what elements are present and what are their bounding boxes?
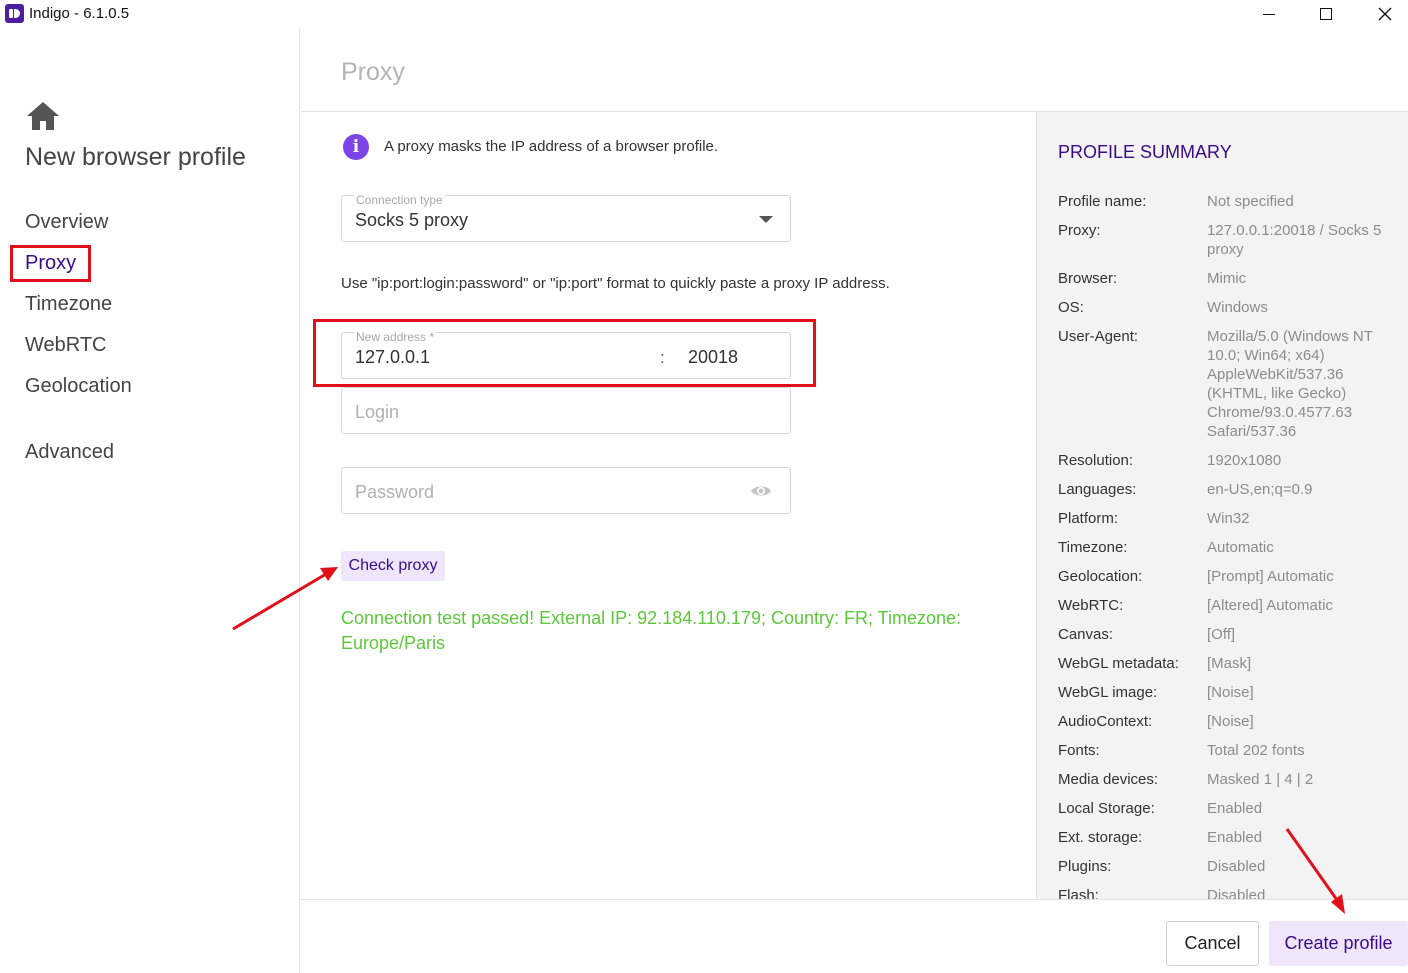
summary-key: Languages:: [1058, 481, 1137, 498]
summary-value: [Noise]: [1207, 713, 1254, 730]
summary-value: [Prompt] Automatic: [1207, 568, 1334, 585]
page-header: Proxy: [301, 28, 1408, 112]
close-button[interactable]: [1356, 0, 1408, 28]
summary-key: WebGL metadata:: [1058, 655, 1179, 672]
summary-value: [Noise]: [1207, 684, 1254, 701]
connection-test-result: Connection test passed! External IP: 92.…: [341, 608, 962, 653]
close-icon: [1378, 7, 1392, 21]
title-bar: Indigo - 6.1.0.5: [0, 0, 1408, 28]
sidebar-item-geolocation[interactable]: Geolocation: [25, 375, 132, 398]
cancel-button[interactable]: Cancel: [1166, 921, 1259, 966]
summary-value: en-US,en;q=0.9: [1207, 481, 1313, 498]
summary-value: 1920x1080: [1207, 452, 1282, 469]
sidebar-item-webrtc[interactable]: WebRTC: [25, 334, 107, 357]
login-input[interactable]: Login: [341, 387, 791, 434]
summary-key: Local Storage:: [1058, 800, 1155, 817]
summary-key: Geolocation:: [1058, 568, 1143, 585]
minimize-button[interactable]: [1240, 0, 1298, 28]
summary-key: Plugins:: [1058, 858, 1112, 875]
login-placeholder: Login: [355, 402, 400, 422]
connection-type-label: Connection type: [354, 193, 445, 207]
annotation-arrow-icon: [232, 567, 338, 631]
summary-key: WebGL image:: [1058, 684, 1158, 701]
summary-key: Fonts:: [1058, 742, 1100, 759]
summary-value: Automatic: [1207, 539, 1274, 556]
summary-value: Enabled: [1207, 800, 1263, 817]
summary-value: [Off]: [1207, 626, 1236, 643]
info-text: A proxy masks the IP address of a browse…: [384, 138, 719, 155]
app-logo-icon: [5, 4, 24, 23]
summary-key: Proxy:: [1058, 222, 1101, 239]
proxy-highlight-box: [10, 245, 91, 282]
sidebar-item-timezone[interactable]: Timezone: [25, 293, 112, 316]
sidebar-item-advanced[interactable]: Advanced: [25, 441, 114, 464]
summary-value: 127.0.0.1:20018 / Socks 5 proxy: [1207, 222, 1382, 258]
home-icon[interactable]: [25, 100, 61, 132]
summary-key: Platform:: [1058, 510, 1119, 527]
connection-type-select[interactable]: Connection type Socks 5 proxy: [341, 193, 791, 242]
summary-value: [Mask]: [1207, 655, 1252, 672]
summary-key: Timezone:: [1058, 539, 1128, 556]
chevron-down-icon: [759, 216, 773, 223]
summary-value: Win32: [1207, 510, 1250, 527]
sidebar-item-overview[interactable]: Overview: [25, 211, 108, 234]
minimize-icon: [1263, 13, 1275, 15]
info-icon: i: [343, 134, 369, 160]
window-title: Indigo - 6.1.0.5: [29, 5, 130, 22]
maximize-button[interactable]: [1297, 0, 1355, 28]
summary-key: Media devices:: [1058, 771, 1159, 788]
sidebar-title: New browser profile: [25, 143, 246, 171]
summary-value: Mozilla/5.0 (Windows NT 10.0; Win64; x64…: [1207, 328, 1373, 440]
summary-key: Canvas:: [1058, 626, 1114, 643]
summary-value: [Altered] Automatic: [1207, 597, 1333, 614]
summary-key: OS:: [1058, 299, 1084, 316]
eye-icon[interactable]: [750, 483, 772, 499]
password-input[interactable]: Password: [341, 467, 791, 514]
summary-key: User-Agent:: [1058, 328, 1139, 345]
create-profile-button[interactable]: Create profile: [1269, 921, 1408, 966]
profile-summary-panel: PROFILE SUMMARY Profile name: Not specifi…: [1036, 112, 1408, 900]
summary-value: Total 202 fonts: [1207, 742, 1305, 759]
summary-value: Masked 1 | 4 | 2: [1207, 771, 1314, 788]
address-highlight-box: [313, 319, 816, 387]
summary-key: Ext. storage:: [1058, 829, 1143, 846]
maximize-icon: [1320, 8, 1332, 20]
page-title: Proxy: [341, 58, 405, 86]
annotation-arrow-icon: [1285, 828, 1345, 914]
check-proxy-button[interactable]: Check proxy: [341, 551, 445, 581]
summary-key: Profile name:: [1058, 193, 1147, 210]
connection-type-value: Socks 5 proxy: [355, 210, 469, 230]
summary-key: AudioContext:: [1058, 713, 1153, 730]
summary-key: Resolution:: [1058, 452, 1134, 469]
summary-title: PROFILE SUMMARY: [1058, 142, 1232, 162]
summary-key: WebRTC:: [1058, 597, 1124, 614]
summary-key: Flash:: [1058, 887, 1099, 900]
summary-value: Windows: [1207, 299, 1268, 316]
password-placeholder: Password: [355, 482, 435, 502]
summary-value: Not specified: [1207, 193, 1294, 210]
format-hint: Use "ip:port:login:password" or "ip:port…: [341, 275, 890, 292]
summary-key: Browser:: [1058, 270, 1118, 287]
summary-value: Mimic: [1207, 270, 1247, 287]
